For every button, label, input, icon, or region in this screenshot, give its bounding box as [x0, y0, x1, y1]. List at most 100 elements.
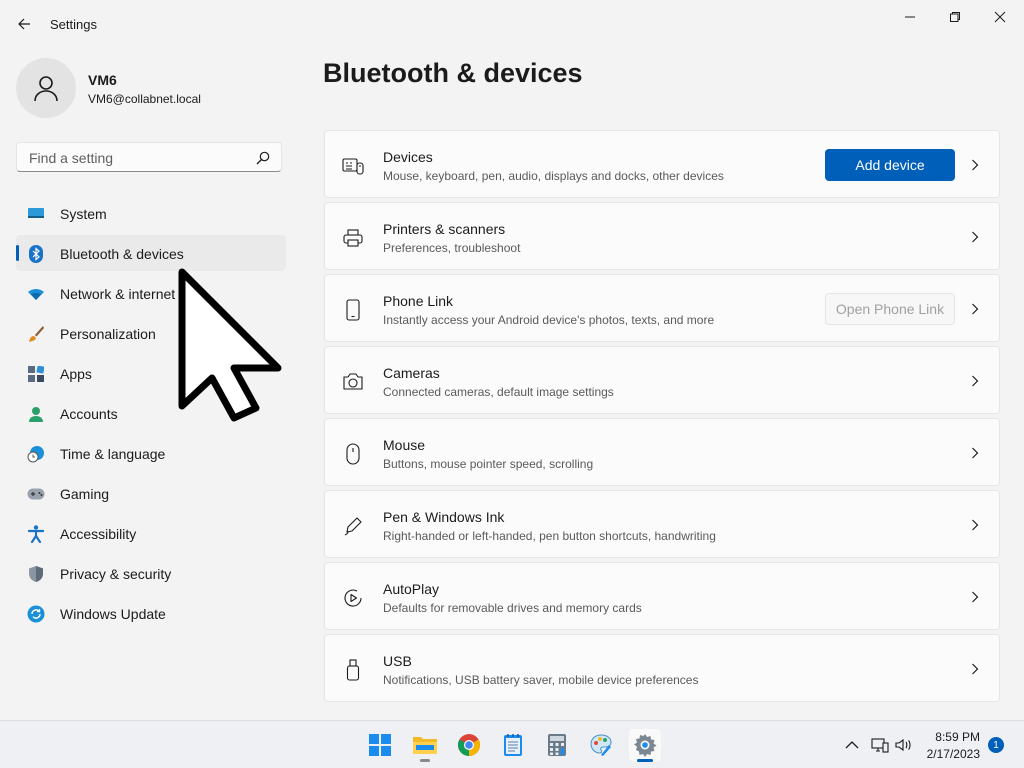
- sidebar-item-label: Windows Update: [60, 606, 166, 622]
- taskbar-settings[interactable]: [629, 729, 661, 762]
- taskbar-chrome[interactable]: [453, 729, 485, 761]
- gamepad-icon: [27, 485, 45, 503]
- user-name: VM6: [88, 72, 117, 88]
- search-input[interactable]: [27, 149, 251, 167]
- pen-icon: [342, 515, 364, 537]
- brush-icon: [27, 325, 45, 343]
- avatar: [16, 58, 76, 118]
- start-button[interactable]: [364, 729, 396, 761]
- sidebar-item-system[interactable]: System: [16, 195, 286, 231]
- sidebar-item-personalization[interactable]: Personalization: [16, 315, 286, 351]
- sidebar-item-accounts[interactable]: Accounts: [16, 395, 286, 431]
- network-tray[interactable]: [870, 735, 890, 755]
- card-devices[interactable]: Devices Mouse, keyboard, pen, audio, dis…: [324, 130, 1000, 198]
- notepad-icon: [504, 734, 522, 756]
- back-button[interactable]: [12, 12, 36, 36]
- sidebar-item-label: Time & language: [60, 446, 166, 462]
- wifi-icon: [27, 285, 45, 303]
- running-indicator: [420, 759, 430, 762]
- phone-icon: [342, 299, 364, 321]
- user-email: VM6@collabnet.local: [88, 92, 201, 106]
- chevron-right-icon: [969, 374, 981, 388]
- card-subtitle: Mouse, keyboard, pen, audio, displays an…: [383, 169, 724, 183]
- card-title: Phone Link: [383, 293, 454, 309]
- sidebar-item-label: System: [60, 206, 107, 222]
- card-phone-link[interactable]: Phone Link Instantly access your Android…: [324, 274, 1000, 342]
- chevron-right-icon: [969, 158, 981, 172]
- sidebar-item-bluetooth-devices[interactable]: Bluetooth & devices: [16, 235, 286, 271]
- taskbar: 8:59 PM 2/17/2023 1: [0, 720, 1024, 768]
- card-cameras[interactable]: Cameras Connected cameras, default image…: [324, 346, 1000, 414]
- open-phone-link-button[interactable]: Open Phone Link: [825, 293, 955, 325]
- active-indicator: [637, 759, 653, 762]
- chevron-right-icon: [969, 518, 981, 532]
- back-arrow-icon: [18, 18, 30, 30]
- user-profile[interactable]: VM6 VM6@collabnet.local: [16, 58, 286, 118]
- card-subtitle: Notifications, USB battery saver, mobile…: [383, 673, 699, 687]
- chrome-icon: [458, 734, 480, 756]
- close-button[interactable]: [978, 6, 1022, 28]
- search-icon[interactable]: [255, 150, 271, 166]
- title-bar: Settings: [0, 0, 1024, 44]
- sidebar-item-label: Privacy & security: [60, 566, 172, 582]
- card-title: Cameras: [383, 365, 440, 381]
- sidebar-item-time-language[interactable]: Time & language: [16, 435, 286, 471]
- sidebar-item-gaming[interactable]: Gaming: [16, 475, 286, 511]
- sidebar-item-accessibility[interactable]: Accessibility: [16, 515, 286, 551]
- close-icon: [994, 11, 1006, 23]
- camera-icon: [342, 371, 364, 393]
- add-device-button[interactable]: Add device: [825, 149, 955, 181]
- monitor-icon: [27, 205, 45, 223]
- sidebar-item-label: Bluetooth & devices: [60, 246, 184, 262]
- card-subtitle: Defaults for removable drives and memory…: [383, 601, 642, 615]
- sidebar-item-apps[interactable]: Apps: [16, 355, 286, 391]
- settings-list: Devices Mouse, keyboard, pen, audio, dis…: [324, 130, 1000, 706]
- card-usb[interactable]: USB Notifications, USB battery saver, mo…: [324, 634, 1000, 702]
- card-title: AutoPlay: [383, 581, 440, 597]
- card-pen-windows-ink[interactable]: Pen & Windows Ink Right-handed or left-h…: [324, 490, 1000, 558]
- card-subtitle: Right-handed or left-handed, pen button …: [383, 529, 716, 543]
- card-mouse[interactable]: Mouse Buttons, mouse pointer speed, scro…: [324, 418, 1000, 486]
- update-icon: [27, 605, 45, 623]
- card-title: USB: [383, 653, 412, 669]
- person-icon: [27, 405, 45, 423]
- taskbar-notepad[interactable]: [497, 729, 529, 761]
- minimize-button[interactable]: [888, 6, 932, 28]
- accessibility-icon: [27, 525, 45, 543]
- taskbar-paint[interactable]: [585, 729, 617, 761]
- search-box[interactable]: [16, 142, 282, 172]
- card-title: Printers & scanners: [383, 221, 506, 237]
- sidebar-item-label: Personalization: [60, 326, 156, 342]
- sidebar-item-label: Accounts: [60, 406, 118, 422]
- sidebar-item-privacy-security[interactable]: Privacy & security: [16, 555, 286, 591]
- card-printers-scanners[interactable]: Printers & scanners Preferences, trouble…: [324, 202, 1000, 270]
- taskbar-file-explorer[interactable]: [409, 729, 441, 762]
- devices-icon: [342, 155, 364, 177]
- card-autoplay[interactable]: AutoPlay Defaults for removable drives a…: [324, 562, 1000, 630]
- shield-icon: [27, 565, 45, 583]
- chevron-right-icon: [969, 446, 981, 460]
- volume-tray[interactable]: [894, 735, 914, 755]
- usb-icon: [342, 659, 364, 681]
- clock-time[interactable]: 8:59 PM: [935, 730, 980, 744]
- show-hidden-icons-button[interactable]: [842, 735, 862, 755]
- app-title: Settings: [50, 17, 97, 32]
- notification-badge[interactable]: 1: [988, 737, 1004, 753]
- sidebar-item-network[interactable]: Network & internet: [16, 275, 286, 311]
- clock-date[interactable]: 2/17/2023: [927, 747, 980, 761]
- page-title: Bluetooth & devices: [323, 58, 583, 88]
- calculator-icon: [548, 734, 566, 756]
- chevron-right-icon: [969, 302, 981, 316]
- card-title: Devices: [383, 149, 433, 165]
- taskbar-calculator[interactable]: [541, 729, 573, 761]
- sidebar-item-label: Apps: [60, 366, 92, 382]
- chevron-up-icon: [845, 741, 859, 749]
- card-subtitle: Preferences, troubleshoot: [383, 241, 521, 255]
- sidebar-item-windows-update[interactable]: Windows Update: [16, 595, 286, 631]
- minimize-icon: [905, 16, 915, 18]
- printer-icon: [342, 227, 364, 249]
- maximize-button[interactable]: [933, 6, 977, 28]
- chevron-right-icon: [969, 590, 981, 604]
- file-explorer-icon: [413, 737, 437, 754]
- autoplay-icon: [342, 587, 364, 609]
